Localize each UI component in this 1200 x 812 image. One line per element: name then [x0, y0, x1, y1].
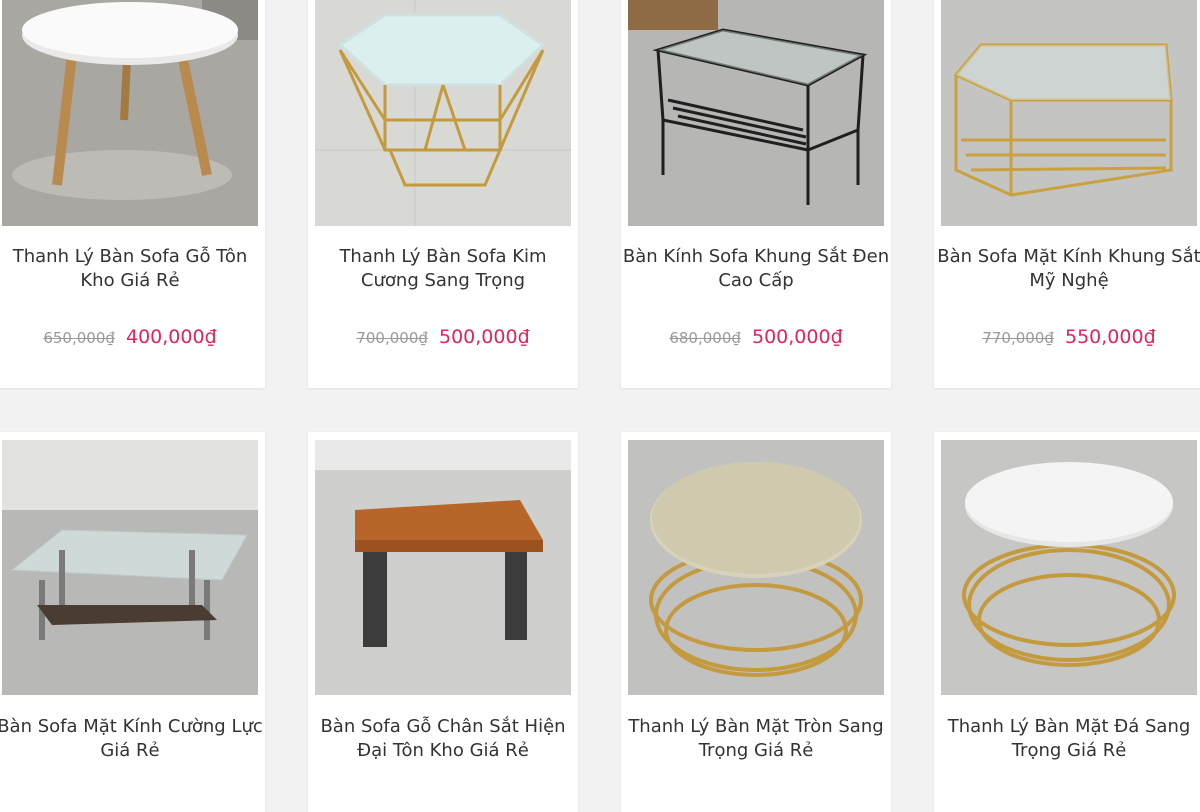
- product-card[interactable]: Bàn Sofa Gỗ Chân Sắt Hiện Đại Tôn Kho Gi…: [308, 432, 578, 812]
- octagon-glass-gold-frame-table-image: [315, 0, 571, 226]
- product-card[interactable]: Bàn Kính Sofa Khung Sắt Đen Cao Cấp 680,…: [621, 0, 891, 388]
- product-title[interactable]: Thanh Lý Bàn Mặt Đá Sang Trọng Giá Rẻ: [934, 715, 1200, 763]
- product-title[interactable]: Thanh Lý Bàn Sofa Kim Cương Sang Trọng: [308, 245, 578, 293]
- product-title[interactable]: Thanh Lý Bàn Sofa Gỗ Tôn Kho Giá Rẻ: [0, 245, 265, 293]
- product-card[interactable]: Thanh Lý Bàn Mặt Tròn Sang Trọng Giá Rẻ: [621, 432, 891, 812]
- round-white-stone-gold-ring-table-image: [941, 440, 1197, 695]
- product-image-gold-iron-table[interactable]: [941, 0, 1197, 226]
- product-image-round-stone-table[interactable]: [941, 440, 1197, 695]
- product-card[interactable]: Thanh Lý Bàn Mặt Đá Sang Trọng Giá Rẻ: [934, 432, 1200, 812]
- sale-price: 550,000₫: [1065, 326, 1156, 348]
- glass-black-iron-frame-table-image: [628, 0, 884, 226]
- product-image-wood-iron-table[interactable]: [315, 440, 571, 695]
- product-card[interactable]: Bàn Sofa Mặt Kính Khung Sắt Mỹ Nghệ 770,…: [934, 0, 1200, 388]
- product-image-tempered-glass-table[interactable]: [2, 440, 258, 695]
- glass-gold-iron-frame-table-image: [941, 0, 1197, 226]
- product-title[interactable]: Bàn Sofa Mặt Kính Khung Sắt Mỹ Nghệ: [934, 245, 1200, 293]
- sale-price: 500,000₫: [439, 326, 530, 348]
- product-price: 650,000₫ 400,000₫: [0, 326, 265, 348]
- product-title[interactable]: Bàn Kính Sofa Khung Sắt Đen Cao Cấp: [621, 245, 891, 293]
- product-price: 680,000₫ 500,000₫: [621, 326, 891, 348]
- product-title[interactable]: Thanh Lý Bàn Mặt Tròn Sang Trọng Giá Rẻ: [621, 715, 891, 763]
- old-price: 700,000₫: [356, 329, 428, 347]
- old-price: 680,000₫: [669, 329, 741, 347]
- product-image-white-round-table[interactable]: [2, 0, 258, 226]
- product-image-octagon-table[interactable]: [315, 0, 571, 226]
- product-price: 700,000₫ 500,000₫: [308, 326, 578, 348]
- white-round-wooden-leg-table-image: [2, 0, 258, 226]
- product-card[interactable]: Thanh Lý Bàn Sofa Kim Cương Sang Trọng 7…: [308, 0, 578, 388]
- sale-price: 500,000₫: [752, 326, 843, 348]
- wood-top-iron-leg-table-image: [315, 440, 571, 695]
- sale-price: 400,000₫: [126, 326, 217, 348]
- tempered-glass-steel-leg-table-image: [2, 440, 258, 695]
- product-image-black-iron-table[interactable]: [628, 0, 884, 226]
- round-marble-gold-ring-table-image: [628, 440, 884, 695]
- product-card[interactable]: Thanh Lý Bàn Sofa Gỗ Tôn Kho Giá Rẻ 650,…: [0, 0, 265, 388]
- old-price: 650,000₫: [43, 329, 115, 347]
- product-title[interactable]: Bàn Sofa Mặt Kính Cường Lực Giá Rẻ: [0, 715, 265, 763]
- product-image-round-marble-table[interactable]: [628, 440, 884, 695]
- product-card[interactable]: Bàn Sofa Mặt Kính Cường Lực Giá Rẻ: [0, 432, 265, 812]
- old-price: 770,000₫: [982, 329, 1054, 347]
- product-price: 770,000₫ 550,000₫: [934, 326, 1200, 348]
- product-title[interactable]: Bàn Sofa Gỗ Chân Sắt Hiện Đại Tôn Kho Gi…: [308, 715, 578, 763]
